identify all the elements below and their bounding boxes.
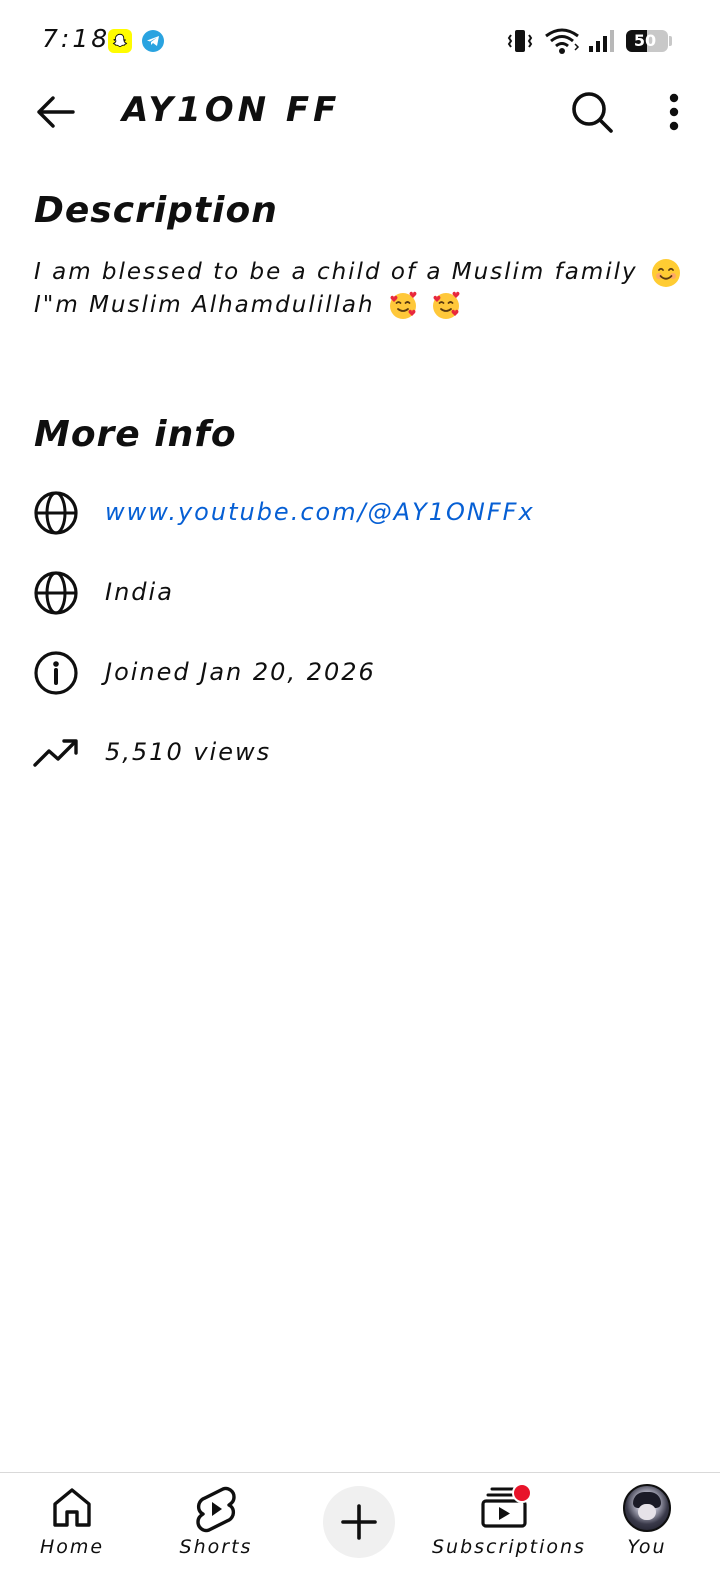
- battery-icon: 50: [626, 30, 668, 52]
- search-icon: [572, 92, 613, 133]
- info-row-country: India: [32, 568, 692, 618]
- globe-icon: [34, 491, 78, 535]
- nav-you-label: You: [627, 1536, 667, 1558]
- nav-home-label: Home: [39, 1536, 105, 1558]
- status-bar: 7:18 50: [0, 0, 720, 82]
- channel-title: AY1ON FF: [122, 90, 341, 130]
- search-button[interactable]: [564, 86, 620, 138]
- back-button[interactable]: [26, 86, 84, 138]
- battery-level: 50: [633, 31, 657, 50]
- battery-tip: [669, 36, 672, 46]
- telegram-icon: [142, 30, 164, 52]
- description-line-2-text: I"m Muslim Alhamdulillah: [34, 292, 375, 318]
- shorts-icon: [196, 1486, 236, 1533]
- more-options-button[interactable]: [652, 86, 696, 138]
- info-row-views: 5,510 views: [32, 728, 692, 778]
- smiling-face-with-hearts-icon: [389, 291, 417, 319]
- country-text: India: [105, 578, 174, 606]
- nav-subscriptions[interactable]: Subscriptions: [432, 1473, 586, 1571]
- notification-dot: [512, 1483, 532, 1503]
- info-row-link[interactable]: www.youtube.com/@AY1ONFFx: [32, 488, 692, 538]
- globe-icon: [34, 571, 78, 615]
- status-time: 7:18: [42, 24, 111, 53]
- smiling-face-with-hearts-icon: [433, 291, 460, 319]
- nav-home[interactable]: Home: [22, 1473, 122, 1571]
- bottom-nav: Home Shorts Subscriptions You: [0, 1472, 720, 1571]
- plus-icon: [341, 1504, 377, 1540]
- trending-icon: [33, 739, 78, 767]
- views-text: 5,510 views: [105, 738, 272, 766]
- info-icon: [34, 651, 78, 695]
- smiling-face-icon: [651, 258, 680, 287]
- joined-date-text: Joined Jan 20, 2026: [105, 658, 376, 686]
- back-arrow-icon: [37, 96, 75, 128]
- nav-shorts-label: Shorts: [179, 1536, 253, 1558]
- nav-you[interactable]: You: [606, 1473, 688, 1571]
- home-icon: [53, 1488, 91, 1527]
- avatar: [623, 1484, 671, 1532]
- channel-link[interactable]: www.youtube.com/@AY1ONFFx: [105, 498, 535, 526]
- more-info-heading: More info: [34, 414, 237, 455]
- vibrate-icon: [507, 30, 533, 52]
- wifi-icon: [545, 28, 580, 54]
- nav-shorts[interactable]: Shorts: [166, 1473, 266, 1571]
- nav-subscriptions-label: Subscriptions: [432, 1536, 586, 1558]
- description-line-1: I am blessed to be a child of a Muslim f…: [34, 256, 684, 289]
- snapchat-icon: [108, 29, 132, 53]
- description-text: I am blessed to be a child of a Muslim f…: [34, 256, 684, 322]
- info-row-joined: Joined Jan 20, 2026: [32, 648, 692, 698]
- create-button[interactable]: [323, 1486, 395, 1558]
- signal-icon: [589, 30, 614, 52]
- avatar-face: [638, 1504, 656, 1520]
- description-line-2: I"m Muslim Alhamdulillah: [34, 289, 684, 322]
- description-heading: Description: [34, 190, 278, 231]
- more-vert-icon: [669, 93, 679, 131]
- description-line-1-text: I am blessed to be a child of a Muslim f…: [34, 259, 638, 285]
